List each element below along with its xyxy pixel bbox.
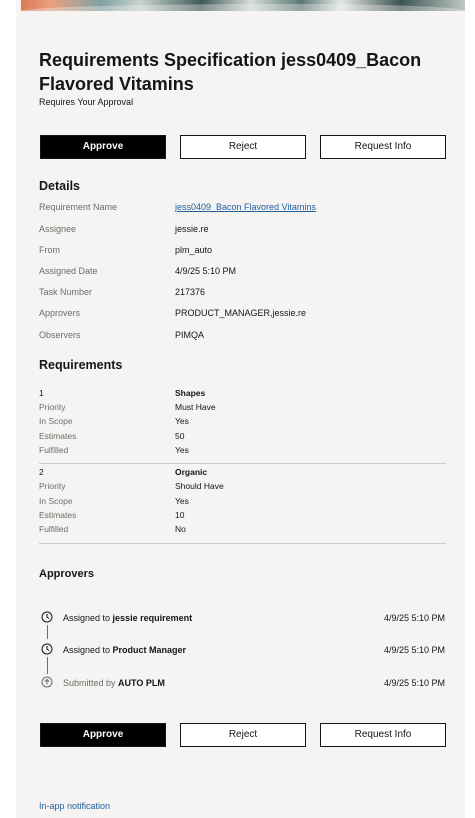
in-app-notification-link[interactable]: In-app notification [39, 801, 110, 811]
detail-value: 217376 [175, 287, 206, 297]
detail-label: From [39, 245, 60, 255]
requirement-number: 1 [39, 388, 44, 398]
requirement-field-value: Should Have [175, 481, 224, 491]
requirement-field-label: Estimates [39, 431, 77, 441]
reject-button[interactable]: Reject [180, 135, 306, 159]
requirement-field-value: Yes [175, 496, 189, 506]
requirement-number: 2 [39, 467, 44, 477]
requirement-name-link[interactable]: jess0409_Bacon Flavored Vitamins [175, 202, 316, 212]
page-title: Requirements Specification jess0409_Baco… [39, 50, 422, 94]
detail-label: Approvers [39, 308, 81, 318]
timeline-connector [46, 625, 48, 639]
requirements-heading: Requirements [39, 358, 123, 372]
requirement-field-label: In Scope [39, 496, 73, 506]
timeline-entry-date: 4/9/25 5:10 PM [383, 645, 445, 655]
requirement-divider [39, 463, 446, 464]
requirement-divider [39, 543, 446, 544]
requirement-field-label: Priority [39, 481, 66, 491]
detail-value: 4/9/25 5:10 PM [175, 266, 237, 276]
requirement-field-value: Must Have [175, 402, 216, 412]
requirement-field-label: Fulfilled [39, 524, 69, 534]
detail-value: plm_auto [175, 245, 213, 255]
requirement-field-value: 10 [175, 510, 185, 520]
detail-value: PRODUCT_MANAGER,jessie.re [175, 308, 307, 318]
requirement-field-label: In Scope [39, 416, 73, 426]
requirement-title: Shapes [175, 388, 206, 398]
timeline-entry-text: Assigned to jessie requirement [63, 613, 193, 623]
approve-button[interactable]: Approve [40, 723, 166, 747]
requirement-field-value: Yes [175, 416, 189, 426]
requirement-field-label: Priority [39, 402, 66, 412]
requirement-field-value: No [175, 524, 186, 534]
detail-label: Assigned Date [39, 266, 98, 276]
timeline-connector [46, 657, 48, 674]
detail-label: Assignee [39, 224, 77, 234]
request-info-button[interactable]: Request Info [320, 135, 446, 159]
approvers-heading: Approvers [39, 568, 95, 580]
timeline-entry-text: Submitted by AUTO PLM [63, 678, 165, 688]
detail-label: Observers [39, 330, 81, 340]
notification-card [16, 0, 465, 818]
clock-icon [41, 643, 53, 655]
requirement-field-value: 50 [175, 431, 185, 441]
approve-button[interactable]: Approve [40, 135, 166, 159]
detail-label: Task Number [39, 287, 93, 297]
arrow-up-circle-icon [41, 676, 53, 688]
reject-button[interactable]: Reject [180, 723, 306, 747]
requirement-field-value: Yes [175, 445, 189, 455]
requirement-field-label: Fulfilled [39, 445, 69, 455]
requirement-title: Organic [175, 467, 208, 477]
detail-label: Requirement Name [39, 202, 118, 212]
detail-value: PIMQA [175, 330, 205, 340]
timeline-entry-date: 4/9/25 5:10 PM [383, 678, 445, 688]
header-banner-image [21, 0, 465, 11]
requirement-field-label: Estimates [39, 510, 77, 520]
detail-value: jessie.re [175, 224, 209, 234]
request-info-button[interactable]: Request Info [320, 723, 446, 747]
timeline-entry-date: 4/9/25 5:10 PM [383, 613, 445, 623]
page-subtitle: Requires Your Approval [39, 97, 134, 107]
details-heading: Details [39, 179, 80, 193]
timeline-entry-text: Assigned to Product Manager [63, 645, 187, 655]
clock-icon [41, 611, 53, 623]
